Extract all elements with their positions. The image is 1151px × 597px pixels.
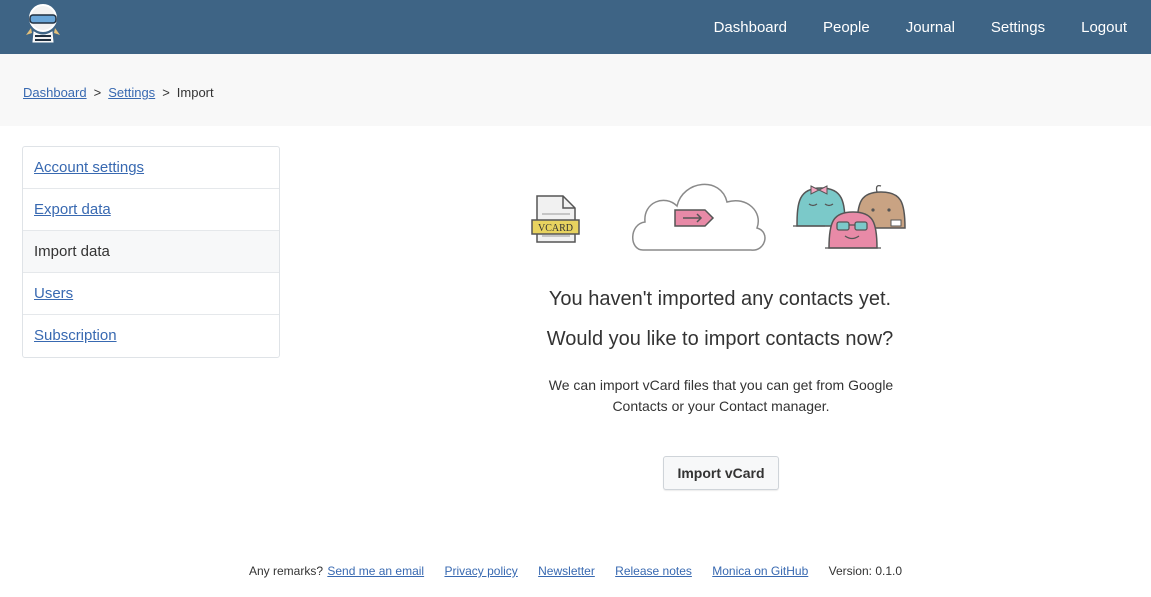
breadcrumb-dashboard[interactable]: Dashboard [23, 85, 87, 100]
vcard-label: VCARD [538, 223, 573, 234]
nav-logout[interactable]: Logout [1081, 19, 1127, 36]
monica-logo[interactable] [22, 2, 64, 46]
sidebar-item-import-data: Import data [23, 231, 279, 273]
footer-email-link[interactable]: Send me an email [327, 564, 424, 578]
footer: Any remarks? Send me an email Privacy po… [0, 564, 1151, 578]
footer-remarks-label: Any remarks? [248, 564, 324, 578]
sidebar-item-subscription[interactable]: Subscription [23, 315, 279, 357]
vcard-file-icon: VCARD [531, 195, 580, 243]
empty-state-title: You haven't imported any contacts yet. [548, 288, 892, 310]
settings-sidebar: Account settings Export data Import data… [22, 146, 280, 358]
top-navbar: Dashboard People Journal Settings Logout [0, 0, 1151, 54]
empty-state-description: We can import vCard files that you can g… [548, 377, 894, 414]
main-nav: Dashboard People Journal Settings Logout [714, 0, 1151, 54]
nav-settings[interactable]: Settings [991, 19, 1045, 36]
footer-release-notes-link[interactable]: Release notes [615, 564, 692, 578]
sidebar-item-account-settings[interactable]: Account settings [23, 147, 279, 189]
footer-github-link[interactable]: Monica on GitHub [712, 564, 808, 578]
people-icon [793, 184, 906, 249]
sidebar-item-label[interactable]: Export data [34, 201, 111, 218]
sidebar-item-label[interactable]: Account settings [34, 159, 144, 176]
cloud-icon [632, 183, 766, 251]
import-vcard-button[interactable]: Import vCard [663, 456, 779, 490]
import-illustration: VCARD [531, 183, 906, 251]
breadcrumb-settings[interactable]: Settings [108, 85, 155, 100]
breadcrumb-separator: > [162, 85, 170, 100]
sidebar-item-label: Import data [34, 243, 110, 260]
nav-journal[interactable]: Journal [906, 19, 955, 36]
nav-dashboard[interactable]: Dashboard [714, 19, 787, 36]
sidebar-item-label[interactable]: Subscription [34, 327, 117, 344]
footer-version: Version: 0.1.0 [828, 564, 903, 578]
sidebar-item-users[interactable]: Users [23, 273, 279, 315]
empty-state-subtitle: Would you like to import contacts now? [546, 328, 894, 350]
sidebar-item-export-data[interactable]: Export data [23, 189, 279, 231]
footer-privacy-link[interactable]: Privacy policy [444, 564, 517, 578]
footer-newsletter-link[interactable]: Newsletter [538, 564, 595, 578]
nav-people[interactable]: People [823, 19, 870, 36]
breadcrumb-separator: > [93, 85, 102, 100]
sidebar-item-label[interactable]: Users [34, 285, 73, 302]
breadcrumb-current: Import [176, 85, 214, 100]
footer-remarks: Any remarks? Send me an email [249, 564, 427, 578]
breadcrumb-bar: Dashboard > Settings > Import [0, 54, 1151, 126]
breadcrumb: Dashboard > Settings > Import [23, 85, 214, 100]
